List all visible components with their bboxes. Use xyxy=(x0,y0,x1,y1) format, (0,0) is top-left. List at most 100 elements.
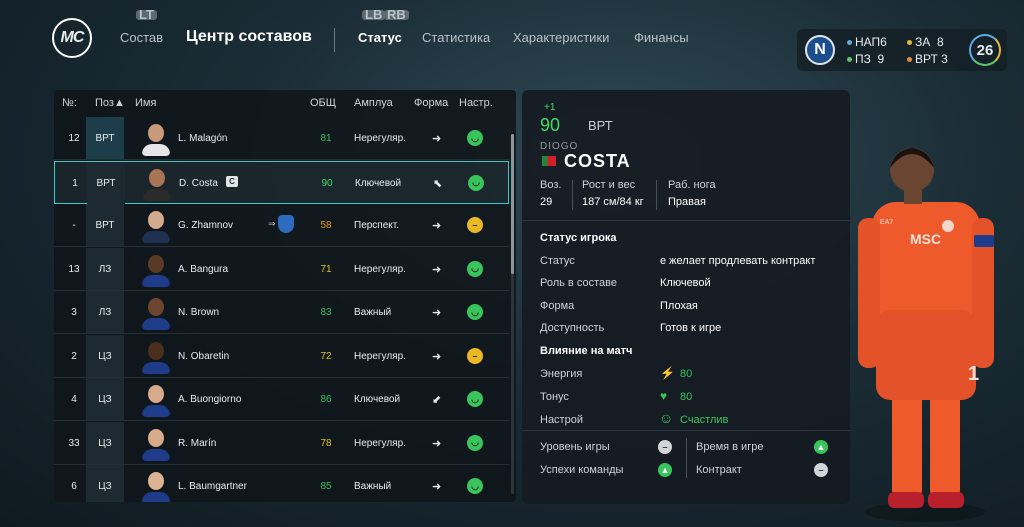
player-overall: 85 xyxy=(320,481,332,492)
col-name[interactable]: Имя xyxy=(135,97,156,109)
player-role: Нерегуляр. xyxy=(354,437,406,449)
player-name: D. Costa xyxy=(179,177,218,189)
col-form[interactable]: Форма xyxy=(414,97,448,109)
player-position: ВРТ xyxy=(96,177,116,189)
form-arrow-icon: ➜ xyxy=(432,437,442,450)
form-arrow-icon: ➜ xyxy=(432,220,442,232)
availability-value: Готов к игре xyxy=(660,322,722,334)
impact-heading: Влияние на матч xyxy=(540,345,633,357)
table-row[interactable]: 6 ЦЗ L. Baumgartner 85 Важный ➜ ◡ xyxy=(54,465,509,502)
scroll-thumb[interactable] xyxy=(511,134,514,274)
stat-label: ПЗ xyxy=(855,52,871,66)
table-row[interactable]: 1 ВРТ D. Costa C 90 Ключевой ⬉ ◡ xyxy=(54,160,509,204)
tab-attributes[interactable]: Характеристики xyxy=(513,30,609,45)
stat-value: 9 xyxy=(877,52,885,66)
tab-statistics[interactable]: Статистика xyxy=(422,30,490,45)
thumbs-up-icon: ▲ xyxy=(658,463,672,477)
sharpness-icon: ♥ xyxy=(660,389,668,403)
table-row[interactable]: 33 ЦЗ R. Marín 78 Нерегуляр. ➜ ◡ xyxy=(54,421,509,465)
player-detail-panel: +1 90 ВРТ DIOGO COSTA Воз. 29 Рост и вес… xyxy=(522,90,850,504)
energy-label: Энергия xyxy=(540,368,583,380)
portugal-flag-icon xyxy=(542,156,556,166)
col-position[interactable]: Поз▲ xyxy=(95,97,125,109)
divider xyxy=(686,438,687,478)
divider xyxy=(522,430,850,431)
player-face-avatar xyxy=(142,253,170,287)
stat-label: ЗА xyxy=(915,35,931,49)
form-arrow-icon: ⬉ xyxy=(433,177,443,190)
col-role[interactable]: Амплуа xyxy=(354,97,393,109)
form-arrow-icon: ➜ xyxy=(432,350,442,363)
squad-role-label: Роль в составе xyxy=(540,277,617,289)
col-mood[interactable]: Настр. xyxy=(459,97,493,109)
club-stat-vrt: ВРТ 3 xyxy=(907,52,948,66)
player-overall: 58 xyxy=(320,220,332,231)
foot-label: Раб. нога xyxy=(668,179,716,191)
club-crest-icon: N xyxy=(805,35,835,65)
form-label: Форма xyxy=(540,300,575,312)
form-arrow-icon: ➜ xyxy=(432,133,442,145)
player-role: Нерегуляр. xyxy=(354,350,406,362)
age-value: 29 xyxy=(540,196,553,208)
nav-squad-link[interactable]: Состав xyxy=(120,30,163,45)
size-label: Рост и вес xyxy=(582,179,636,191)
player-name: L. Malagón xyxy=(178,133,228,144)
form-arrow-icon: ➜ xyxy=(432,481,442,493)
player-role: Перспект. xyxy=(354,220,400,231)
player-face-avatar xyxy=(142,470,170,502)
player-face-avatar xyxy=(142,122,170,156)
player-name: N. Obaretin xyxy=(178,350,230,362)
table-row[interactable]: - ВРТ G. Zhamnov ⇒ 58 Перспект. ➜ – xyxy=(54,204,509,247)
col-overall[interactable]: ОБЩ xyxy=(310,97,336,109)
status-label: Статус xyxy=(540,255,575,267)
morale-factor-playing-time: Время в игре xyxy=(696,441,764,453)
divider xyxy=(656,180,657,210)
player-name: L. Baumgartner xyxy=(178,481,247,492)
happy-mood-icon: ◡ xyxy=(467,304,483,320)
table-row[interactable]: 4 ЦЗ A. Buongiorno 86 Ключевой ⬋ ◡ xyxy=(54,378,509,421)
form-arrow-icon: ➜ xyxy=(432,307,442,319)
player-position: ЛЗ xyxy=(98,263,112,275)
table-row[interactable]: 2 ЦЗ N. Obaretin 72 Нерегуляр. ➜ – xyxy=(54,334,509,378)
form-arrow-icon: ⬋ xyxy=(432,394,442,406)
player-name: R. Marín xyxy=(178,437,217,449)
player-face-avatar xyxy=(142,296,170,330)
table-row[interactable]: 12 ВРТ L. Malagón 81 Нерегуляр. ➜ ◡ xyxy=(54,117,509,160)
player-position: ВРТ xyxy=(588,118,613,133)
tab-status[interactable]: Статус xyxy=(358,30,402,45)
player-name: A. Buongiorno xyxy=(178,394,242,405)
player-name: A. Bangura xyxy=(178,263,229,275)
player-position: ЦЗ xyxy=(98,437,112,449)
player-position: ЛЗ xyxy=(98,307,112,318)
player-render: EA7 MSC 1 xyxy=(858,148,994,522)
lt-button-hint: LT xyxy=(136,8,157,21)
col-number[interactable]: №: xyxy=(62,97,77,109)
squad-role-value: Ключевой xyxy=(660,277,711,289)
availability-label: Доступность xyxy=(540,322,605,334)
stat-dot xyxy=(907,57,912,63)
happy-mood-icon: ◡ xyxy=(467,130,483,146)
age-label: Воз. xyxy=(540,179,562,191)
table-scrollbar[interactable] xyxy=(511,134,514,494)
thumbs-up-icon: ▲ xyxy=(814,440,828,454)
size-value: 187 см/84 кг xyxy=(582,196,644,208)
player-role: Нерегуляр. xyxy=(354,263,406,275)
player-face-avatar xyxy=(142,383,170,417)
player-role: Ключевой xyxy=(355,177,402,189)
tab-finances[interactable]: Финансы xyxy=(634,30,689,45)
divider xyxy=(572,180,573,210)
kit-badge-text: EA7 xyxy=(880,219,893,226)
player-role: Важный xyxy=(354,307,392,318)
loan-indicator: ⇒ xyxy=(268,215,294,233)
stat-dot xyxy=(847,40,852,46)
table-row[interactable]: 13 ЛЗ A. Bangura 71 Нерегуляр. ➜ ◡ xyxy=(54,247,509,291)
club-summary-card[interactable]: N НАП6 ЗА 8 ПЗ 9 ВРТ 3 26 xyxy=(797,29,1007,71)
divider xyxy=(522,220,850,221)
morale-label: Настрой xyxy=(540,414,583,426)
player-position: ЦЗ xyxy=(98,350,112,362)
squad-table: №: Поз▲ Имя ОБЩ Амплуа Форма Настр. 12 ВР… xyxy=(54,90,516,502)
player-role: Важный xyxy=(354,481,392,492)
happy-mood-icon: ◡ xyxy=(467,478,483,494)
player-position: ВРТ xyxy=(95,220,115,231)
table-row[interactable]: 3 ЛЗ N. Brown 83 Важный ➜ ◡ xyxy=(54,291,509,334)
